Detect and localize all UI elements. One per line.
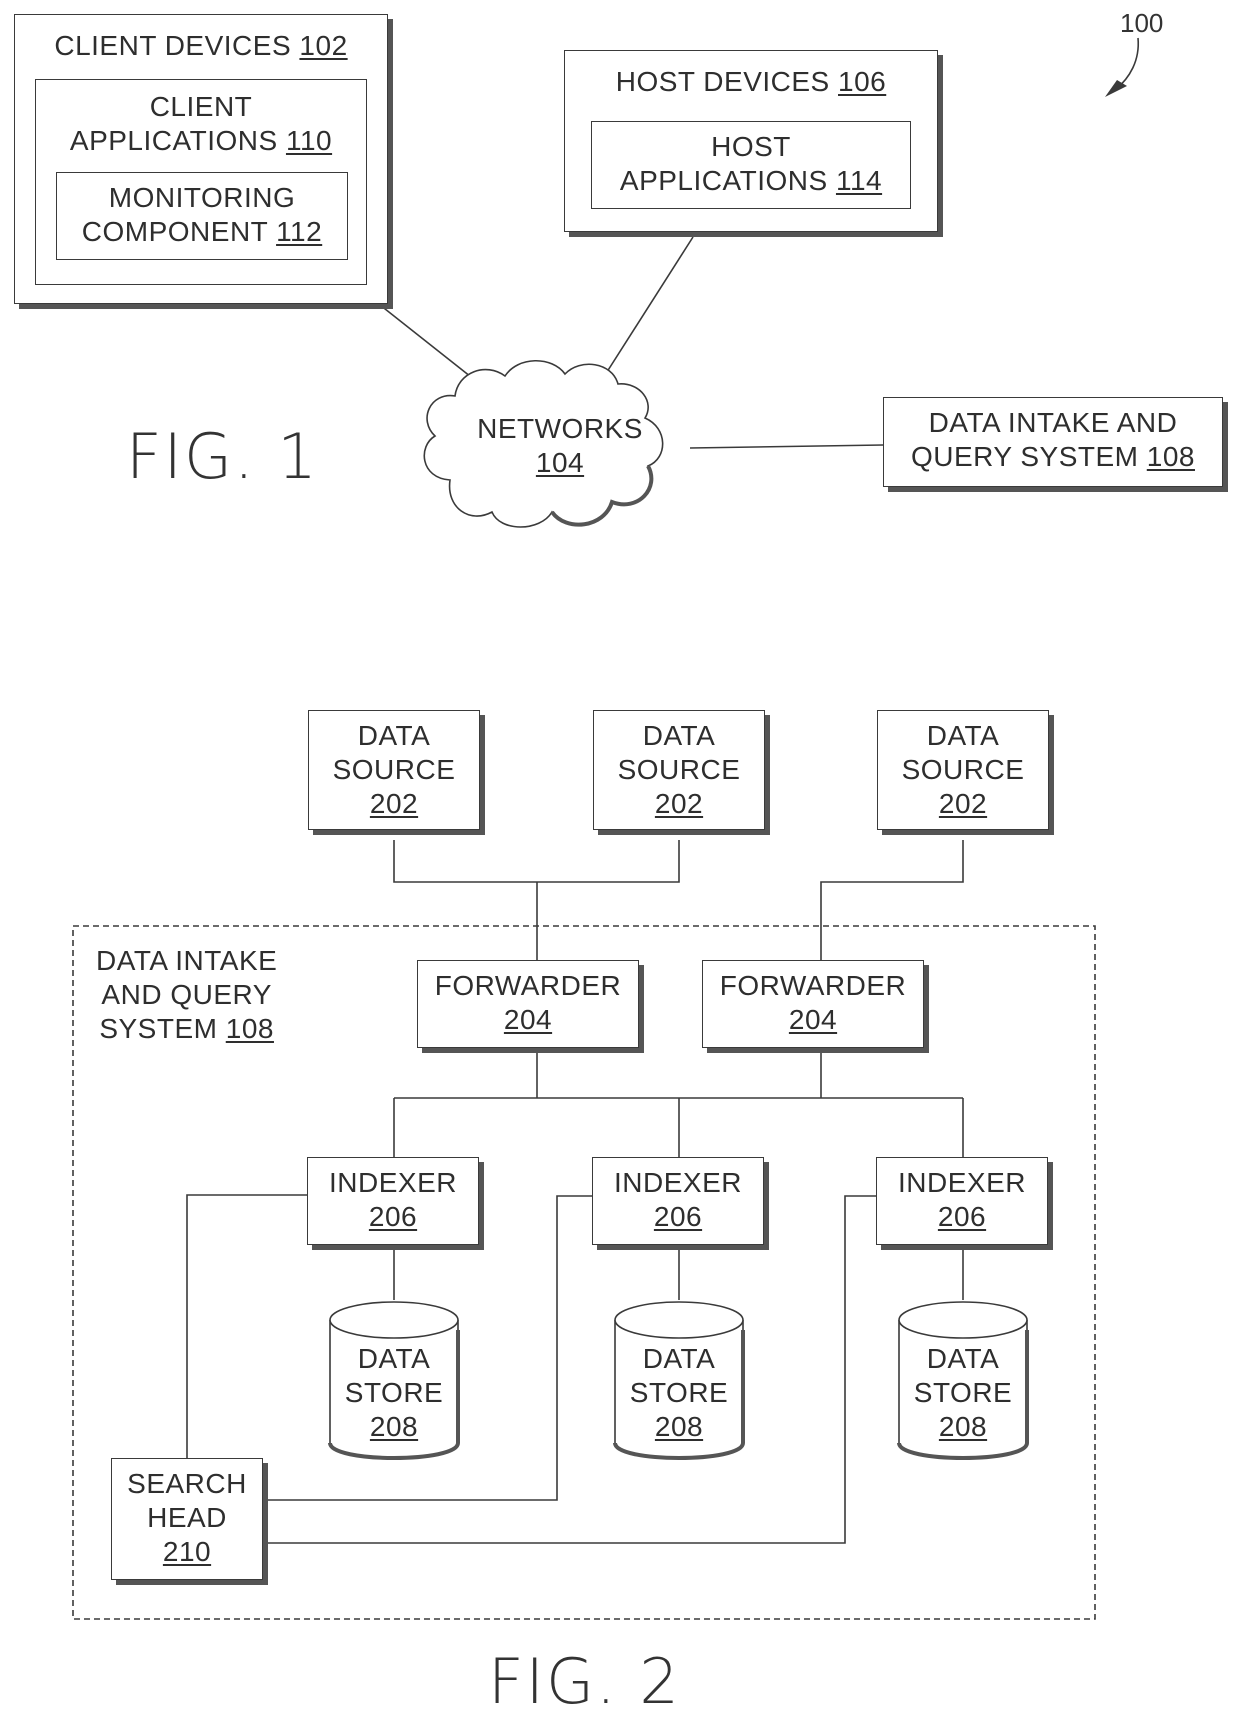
- data-store-3-number: 208: [938, 1411, 988, 1442]
- client-devices-number: 102: [299, 30, 348, 61]
- indexer-1: INDEXER 206: [307, 1157, 479, 1245]
- system-label-line1: DATA INTAKE: [96, 945, 278, 976]
- system-label-line2: AND QUERY: [101, 979, 272, 1010]
- host-applications-number: 114: [835, 165, 883, 196]
- forwarder-2-title: FORWARDER: [719, 970, 907, 1001]
- forwarder-2-label: FORWARDER 204: [703, 969, 923, 1037]
- client-devices-label: CLIENT DEVICES 102: [15, 29, 387, 63]
- search-head-line2: HEAD: [147, 1502, 227, 1533]
- forwarder-1: FORWARDER 204: [417, 960, 639, 1048]
- host-devices-title: HOST DEVICES: [615, 66, 830, 97]
- data-store-3-line1: DATA: [926, 1343, 1000, 1374]
- data-source-2-line2: SOURCE: [617, 754, 741, 785]
- data-source-2: DATA SOURCE 202: [593, 710, 765, 830]
- indexer-3-label: INDEXER 206: [877, 1166, 1047, 1234]
- data-source-1-number: 202: [369, 788, 419, 819]
- indexer-2: INDEXER 206: [592, 1157, 764, 1245]
- data-store-2-line1: DATA: [642, 1343, 716, 1374]
- data-source-3-number: 202: [938, 788, 988, 819]
- indexer-2-number: 206: [653, 1201, 703, 1232]
- indexer-2-title: INDEXER: [614, 1167, 742, 1198]
- data-source-2-line1: DATA: [642, 720, 716, 751]
- host-applications-box: HOST APPLICATIONS 114: [591, 121, 911, 209]
- data-intake-fig1-label: DATA INTAKE AND QUERY SYSTEM 108: [884, 406, 1222, 474]
- data-source-3-label: DATA SOURCE 202: [878, 719, 1048, 821]
- client-applications-line1: CLIENT: [149, 91, 253, 122]
- system-label-number: 108: [225, 1013, 274, 1044]
- indexer-3: INDEXER 206: [876, 1157, 1048, 1245]
- data-store-1-line2: STORE: [344, 1377, 444, 1408]
- data-source-1-label: DATA SOURCE 202: [309, 719, 479, 821]
- data-store-2-number: 208: [654, 1411, 704, 1442]
- data-source-2-number: 202: [654, 788, 704, 819]
- link-source-3-forwarder-2: [820, 840, 964, 960]
- forwarder-1-title: FORWARDER: [434, 970, 622, 1001]
- data-intake-fig1-line2: QUERY SYSTEM: [911, 441, 1139, 472]
- data-store-2-line2: STORE: [629, 1377, 729, 1408]
- forwarder-2-number: 204: [788, 1004, 838, 1035]
- forwarder-1-number: 204: [503, 1004, 553, 1035]
- forwarder-2: FORWARDER 204: [702, 960, 924, 1048]
- data-store-2-label: DATA STORE 208: [615, 1342, 743, 1444]
- data-store-1-number: 208: [369, 1411, 419, 1442]
- networks-label: NETWORKS 104: [455, 412, 665, 480]
- data-source-3-line1: DATA: [926, 720, 1000, 751]
- monitoring-component-box: MONITORING COMPONENT 112: [56, 172, 348, 260]
- indexer-3-number: 206: [937, 1201, 987, 1232]
- data-intake-fig1-number: 108: [1146, 441, 1195, 472]
- client-devices-title: CLIENT DEVICES: [54, 30, 292, 61]
- host-applications-line1: HOST: [711, 131, 791, 162]
- data-source-2-label: DATA SOURCE 202: [594, 719, 764, 821]
- data-store-1-label: DATA STORE 208: [330, 1342, 458, 1444]
- data-intake-fig1-box: DATA INTAKE AND QUERY SYSTEM 108: [883, 397, 1223, 487]
- search-head-label: SEARCH HEAD 210: [112, 1467, 262, 1569]
- search-head-number: 210: [162, 1536, 212, 1567]
- client-applications-number: 110: [285, 125, 333, 156]
- search-head-line1: SEARCH: [127, 1468, 247, 1499]
- networks-title: NETWORKS: [477, 413, 643, 444]
- monitoring-component-number: 112: [276, 216, 323, 247]
- host-devices-label: HOST DEVICES 106: [565, 65, 937, 99]
- data-store-1-line1: DATA: [357, 1343, 431, 1374]
- forwarder-1-label: FORWARDER 204: [418, 969, 638, 1037]
- system-label: DATA INTAKE AND QUERY SYSTEM 108: [96, 944, 277, 1046]
- client-applications-label: CLIENT APPLICATIONS 110: [36, 90, 366, 158]
- indexer-3-title: INDEXER: [898, 1167, 1026, 1198]
- indexer-2-label: INDEXER 206: [593, 1166, 763, 1234]
- link-host-network: [604, 236, 694, 376]
- client-applications-line2: APPLICATIONS: [69, 125, 278, 156]
- host-devices-box: HOST DEVICES 106 HOST APPLICATIONS 114: [564, 50, 938, 232]
- host-applications-line2: APPLICATIONS: [619, 165, 828, 196]
- data-source-1: DATA SOURCE 202: [308, 710, 480, 830]
- client-applications-box: CLIENT APPLICATIONS 110 MONITORING COMPO…: [35, 79, 367, 285]
- monitoring-component-label: MONITORING COMPONENT 112: [57, 181, 347, 249]
- monitoring-component-line2: COMPONENT: [81, 216, 268, 247]
- indexer-1-title: INDEXER: [329, 1167, 457, 1198]
- system-label-line3: SYSTEM: [99, 1013, 218, 1044]
- networks-number: 104: [535, 447, 585, 478]
- host-applications-label: HOST APPLICATIONS 114: [592, 130, 910, 198]
- link-search-indexer-1: [186, 1194, 307, 1458]
- search-head: SEARCH HEAD 210: [111, 1458, 263, 1580]
- ref-label-100: 100: [1120, 8, 1164, 38]
- fig2-caption: FIG. 2: [488, 1645, 681, 1718]
- link-sources-1-2: [393, 840, 680, 883]
- host-devices-number: 106: [838, 66, 887, 97]
- data-source-1-line2: SOURCE: [332, 754, 456, 785]
- data-store-3-label: DATA STORE 208: [899, 1342, 1027, 1444]
- client-devices-box: CLIENT DEVICES 102 CLIENT APPLICATIONS 1…: [14, 14, 388, 304]
- data-source-1-line1: DATA: [357, 720, 431, 751]
- data-store-3-line2: STORE: [913, 1377, 1013, 1408]
- link-network-dataintake: [689, 444, 884, 449]
- fig1-caption: FIG. 1: [126, 420, 319, 493]
- monitoring-component-line1: MONITORING: [108, 182, 296, 213]
- data-intake-fig1-line1: DATA INTAKE AND: [928, 407, 1178, 438]
- indexer-1-label: INDEXER 206: [308, 1166, 478, 1234]
- data-source-3: DATA SOURCE 202: [877, 710, 1049, 830]
- data-source-3-line2: SOURCE: [901, 754, 1025, 785]
- indexer-1-number: 206: [368, 1201, 418, 1232]
